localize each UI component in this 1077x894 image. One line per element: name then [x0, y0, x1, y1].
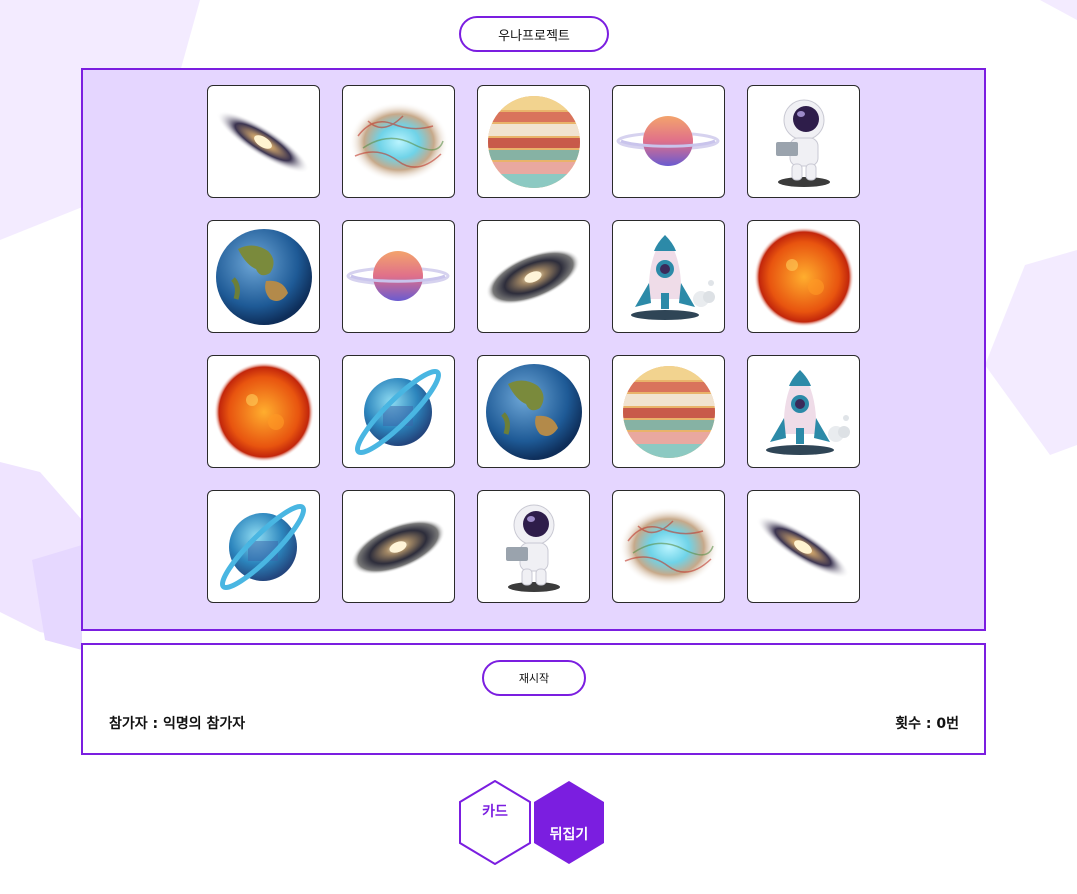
memory-card[interactable]	[207, 490, 320, 603]
memory-card[interactable]	[207, 85, 320, 198]
nebula-icon	[619, 507, 719, 587]
memory-card[interactable]	[747, 85, 860, 198]
jupiter-icon	[488, 96, 580, 188]
sun-icon	[214, 362, 314, 462]
flip-hex-button[interactable]: 뒤집기	[532, 780, 606, 865]
memory-card[interactable]	[477, 490, 590, 603]
memory-card[interactable]	[747, 355, 860, 468]
participant-name: 익명의 참가자	[163, 716, 246, 732]
try-count: 횟수 : 0번	[895, 713, 959, 733]
blue-ringed-planet-icon	[220, 504, 306, 590]
astronaut-icon	[776, 99, 830, 187]
card-board	[81, 68, 986, 631]
restart-button[interactable]: 재시작	[482, 660, 586, 696]
memory-card[interactable]	[342, 85, 455, 198]
jupiter-icon	[623, 366, 715, 458]
ringed-planet-icon	[616, 116, 720, 166]
card-hex-button[interactable]: 카드	[458, 780, 532, 865]
participant-info: 참가자 : 익명의 참가자	[109, 713, 245, 733]
galaxy-icon	[756, 516, 850, 578]
memory-card[interactable]	[612, 355, 725, 468]
memory-card[interactable]	[207, 220, 320, 333]
hexagon-outline-icon	[459, 780, 531, 865]
galaxy-dark-icon	[485, 249, 581, 305]
flip-label: 뒤집기	[549, 827, 589, 843]
ringed-planet-icon	[346, 251, 450, 301]
memory-card[interactable]	[342, 220, 455, 333]
memory-card[interactable]	[342, 355, 455, 468]
nebula-icon	[349, 102, 449, 182]
count-value: 0번	[936, 716, 959, 732]
count-label: 횟수 :	[895, 716, 937, 732]
participant-label: 참가자 :	[109, 716, 163, 732]
rocket-icon	[766, 370, 850, 455]
memory-card[interactable]	[612, 220, 725, 333]
memory-card[interactable]	[612, 85, 725, 198]
memory-card[interactable]	[477, 85, 590, 198]
game-info-panel: 재시작 참가자 : 익명의 참가자 횟수 : 0번	[81, 643, 986, 755]
astronaut-icon	[506, 504, 560, 592]
memory-card[interactable]	[207, 355, 320, 468]
earth-icon	[216, 229, 312, 325]
memory-card[interactable]	[612, 490, 725, 603]
memory-card[interactable]	[747, 490, 860, 603]
hexagon-filled-icon	[534, 781, 604, 864]
card-label: 카드	[482, 804, 508, 820]
memory-card[interactable]	[477, 355, 590, 468]
sun-icon	[754, 227, 854, 327]
memory-card[interactable]	[342, 490, 455, 603]
blue-ringed-planet-icon	[355, 369, 441, 455]
earth-icon	[486, 364, 582, 460]
memory-card[interactable]	[477, 220, 590, 333]
rocket-icon	[631, 235, 715, 320]
galaxy-dark-icon	[350, 519, 446, 575]
title-button[interactable]: 우나프로젝트	[459, 16, 609, 52]
memory-card[interactable]	[747, 220, 860, 333]
galaxy-icon	[216, 111, 310, 173]
